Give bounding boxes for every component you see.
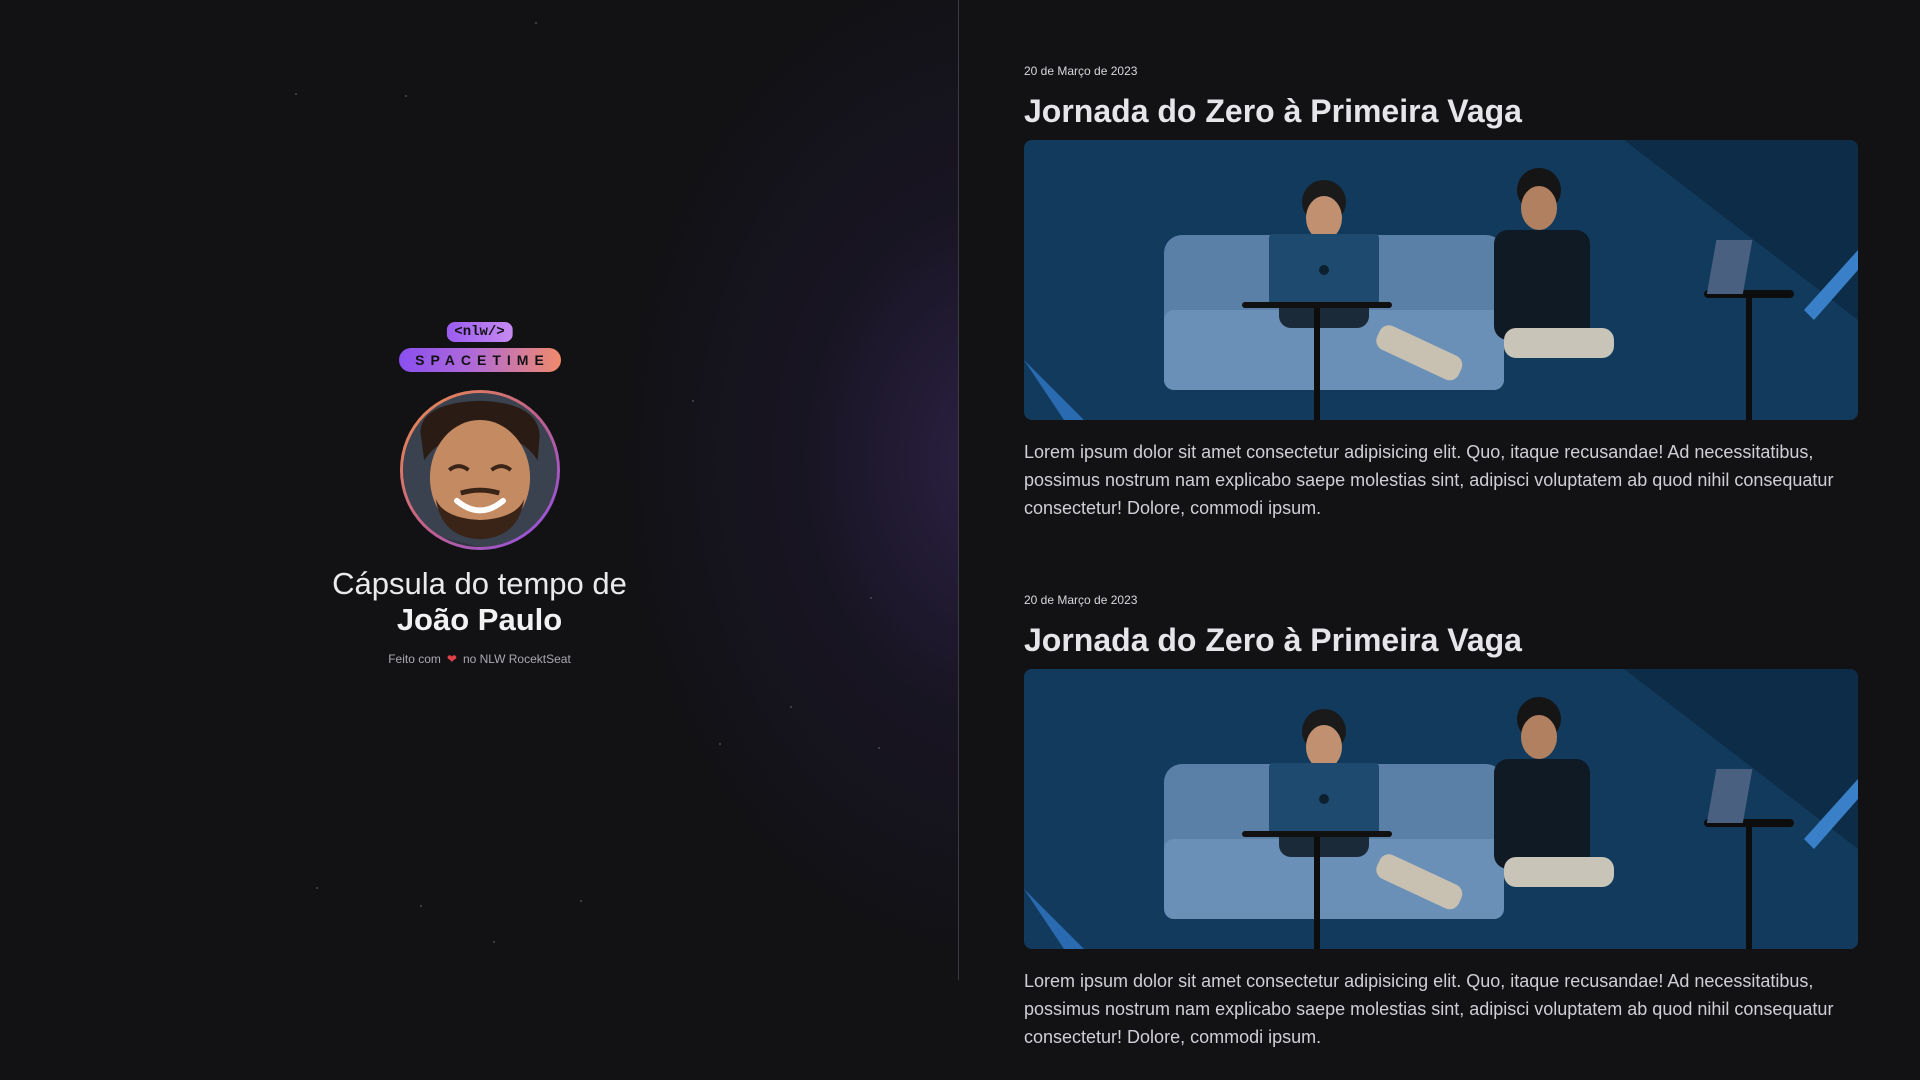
star [719,743,721,745]
memory-text: Lorem ipsum dolor sit amet consectetur a… [1024,442,1834,518]
star [316,887,318,889]
logo-word: SPACETIME [398,348,561,372]
footer-before: Feito com [388,652,441,666]
memory-image [1024,669,1858,949]
logo-tag: <nlw/> [444,320,515,344]
memory-text: Lorem ipsum dolor sit amet consectetur a… [1024,971,1834,1047]
nlw-spacetime-logo: <nlw/> SPACETIME [398,320,561,372]
made-with-footer: Feito com ❤ no NLW RocektSeat [388,652,571,666]
avatar-photo [402,393,557,547]
memory-title: Jornada do Zero à Primeira Vaga [1024,622,1522,658]
memory-card: 20 de Março de 2023 Jornada do Zero à Pr… [1024,64,1858,522]
memory-card: 20 de Março de 2023 Jornada do Zero à Pr… [1024,593,1858,1051]
star [420,905,422,907]
user-name: João Paulo [396,602,563,637]
star [405,95,407,97]
footer-after: no NLW RocektSeat [462,652,571,666]
app-root: <nlw/> SPACETIME Cápsula do tempo de Joã… [0,0,1920,1080]
avatar [399,390,560,550]
star [535,22,537,24]
profile-card: <nlw/> SPACETIME Cápsula do tempo de Joã… [0,320,959,666]
heart-icon: ❤ [446,652,457,666]
memory-image [1024,140,1858,420]
profile-panel: <nlw/> SPACETIME Cápsula do tempo de Joã… [0,0,959,1080]
capsule-prefix: Cápsula do tempo de [332,566,627,601]
panel-divider [958,0,959,980]
star [580,900,582,902]
memory-date: 20 de Março de 2023 [1024,593,1138,607]
star [878,747,880,749]
memory-title: Jornada do Zero à Primeira Vaga [1024,93,1522,129]
memory-date: 20 de Março de 2023 [1024,64,1138,78]
star [295,93,297,95]
memories-feed[interactable]: 20 de Março de 2023 Jornada do Zero à Pr… [960,0,1920,1080]
star [790,706,792,708]
star [493,941,495,943]
